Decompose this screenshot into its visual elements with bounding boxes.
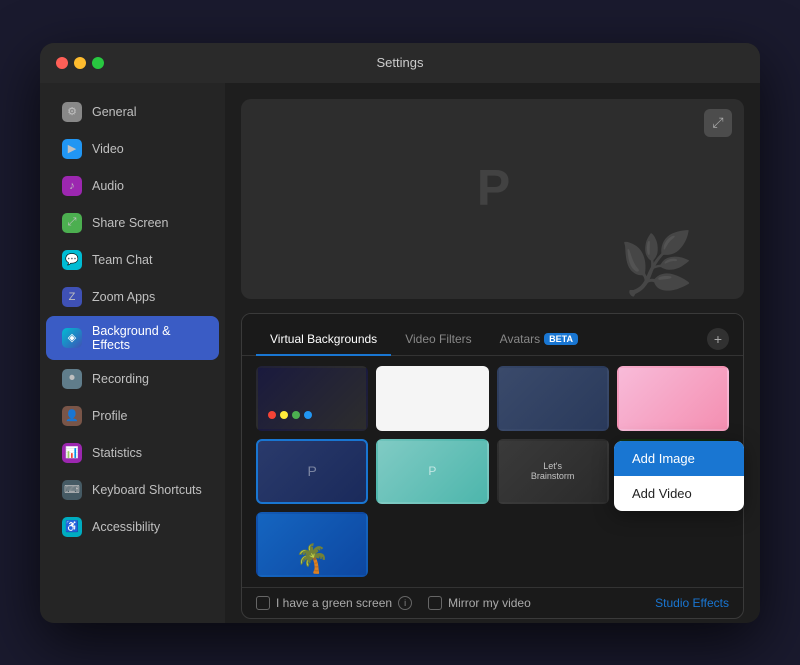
add-dropdown-menu: Add ImageAdd Video	[614, 441, 744, 511]
sidebar-label-zoom-apps: Zoom Apps	[92, 290, 155, 304]
background-thumb-6[interactable]: P	[376, 439, 488, 504]
accessibility-icon: ♿	[62, 517, 82, 537]
sidebar-item-team-chat[interactable]: 💬 Team Chat	[46, 242, 219, 278]
video-icon: ▶	[62, 139, 82, 159]
main-content: P 🌿 ⤢ Virtual BackgroundsVideo FiltersAv…	[225, 83, 760, 623]
app-window: Settings ⚙ General ▶ Video ♪ Audio ⤢ Sha…	[40, 43, 760, 623]
zoom-logo: P	[477, 158, 508, 216]
traffic-lights	[56, 57, 104, 69]
sidebar-item-audio[interactable]: ♪ Audio	[46, 168, 219, 204]
background-thumb-2[interactable]	[376, 366, 488, 431]
tab-avatars[interactable]: AvatarsBETA	[486, 324, 592, 356]
green-screen-info-icon[interactable]: i	[398, 596, 412, 610]
sidebar-label-team-chat: Team Chat	[92, 253, 152, 267]
plant-decoration: 🌿	[619, 228, 694, 299]
studio-effects-link[interactable]: Studio Effects	[655, 596, 729, 610]
background-effects-icon: ◈	[62, 328, 82, 348]
mirror-video-checkbox[interactable]	[428, 596, 442, 610]
background-thumb-4[interactable]	[617, 366, 729, 431]
sidebar-item-profile[interactable]: 👤 Profile	[46, 398, 219, 434]
green-screen-option[interactable]: I have a green screen i	[256, 596, 412, 610]
sidebar: ⚙ General ▶ Video ♪ Audio ⤢ Share Screen…	[40, 83, 225, 623]
preview-expand-icon[interactable]: ⤢	[704, 109, 732, 137]
tab-video-filters[interactable]: Video Filters	[391, 324, 485, 356]
close-button[interactable]	[56, 57, 68, 69]
background-thumb-7[interactable]: Let'sBrainstorm	[497, 439, 609, 504]
sidebar-label-background-effects: Background & Effects	[92, 324, 203, 352]
sidebar-label-profile: Profile	[92, 409, 127, 423]
sidebar-label-recording: Recording	[92, 372, 149, 386]
background-thumb-5[interactable]: P	[256, 439, 368, 504]
general-icon: ⚙	[62, 102, 82, 122]
sidebar-item-keyboard-shortcuts[interactable]: ⌨ Keyboard Shortcuts	[46, 472, 219, 508]
camera-preview: P 🌿 ⤢	[241, 99, 744, 299]
window-title: Settings	[377, 55, 424, 70]
sidebar-item-zoom-apps[interactable]: Z Zoom Apps	[46, 279, 219, 315]
sidebar-label-audio: Audio	[92, 179, 124, 193]
sidebar-item-video[interactable]: ▶ Video	[46, 131, 219, 167]
audio-icon: ♪	[62, 176, 82, 196]
tab-virtual-backgrounds[interactable]: Virtual Backgrounds	[256, 324, 391, 356]
sidebar-item-general[interactable]: ⚙ General	[46, 94, 219, 130]
sidebar-item-statistics[interactable]: 📊 Statistics	[46, 435, 219, 471]
background-thumb-1[interactable]	[256, 366, 368, 431]
tabs-row: Virtual BackgroundsVideo FiltersAvatarsB…	[242, 314, 743, 356]
keyboard-shortcuts-icon: ⌨	[62, 480, 82, 500]
sidebar-item-accessibility[interactable]: ♿ Accessibility	[46, 509, 219, 545]
sidebar-item-share-screen[interactable]: ⤢ Share Screen	[46, 205, 219, 241]
profile-icon: 👤	[62, 406, 82, 426]
zoom-apps-icon: Z	[62, 287, 82, 307]
recording-icon: ⏺	[62, 369, 82, 389]
sidebar-item-background-effects[interactable]: ◈ Background & Effects	[46, 316, 219, 360]
sidebar-label-statistics: Statistics	[92, 446, 142, 460]
team-chat-icon: 💬	[62, 250, 82, 270]
green-screen-checkbox[interactable]	[256, 596, 270, 610]
mirror-video-label: Mirror my video	[448, 596, 531, 610]
title-bar: Settings	[40, 43, 760, 83]
maximize-button[interactable]	[92, 57, 104, 69]
sidebar-label-video: Video	[92, 142, 124, 156]
statistics-icon: 📊	[62, 443, 82, 463]
background-thumb-3[interactable]	[497, 366, 609, 431]
minimize-button[interactable]	[74, 57, 86, 69]
beta-badge: BETA	[544, 333, 578, 345]
background-thumb-9[interactable]: 🌴	[256, 512, 368, 577]
sidebar-label-accessibility: Accessibility	[92, 520, 160, 534]
sidebar-label-general: General	[92, 105, 136, 119]
footer-row: I have a green screen i Mirror my video …	[242, 587, 743, 618]
content-area: ⚙ General ▶ Video ♪ Audio ⤢ Share Screen…	[40, 83, 760, 623]
sidebar-item-recording[interactable]: ⏺ Recording	[46, 361, 219, 397]
mirror-video-option[interactable]: Mirror my video	[428, 596, 531, 610]
dropdown-item-add-video[interactable]: Add Video	[614, 476, 744, 511]
sidebar-label-share-screen: Share Screen	[92, 216, 168, 230]
green-screen-label: I have a green screen	[276, 596, 392, 610]
dropdown-item-add-image[interactable]: Add Image	[614, 441, 744, 476]
tab-add-button[interactable]: +	[707, 328, 729, 350]
sidebar-label-keyboard-shortcuts: Keyboard Shortcuts	[92, 483, 202, 497]
share-screen-icon: ⤢	[62, 213, 82, 233]
